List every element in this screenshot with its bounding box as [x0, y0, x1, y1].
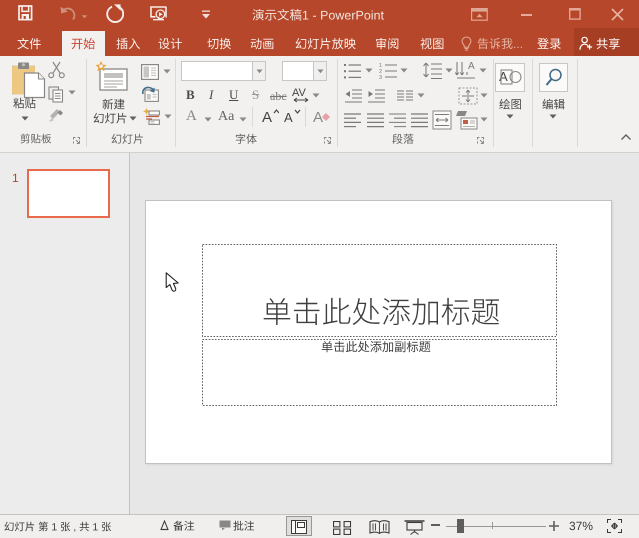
svg-text:A: A: [468, 61, 475, 72]
svg-text:AV: AV: [292, 87, 307, 99]
svg-text:3: 3: [379, 75, 382, 80]
svg-text:A: A: [499, 69, 508, 84]
svg-text:A: A: [284, 110, 293, 125]
svg-text:A: A: [262, 109, 272, 125]
svg-text:A: A: [313, 109, 323, 125]
